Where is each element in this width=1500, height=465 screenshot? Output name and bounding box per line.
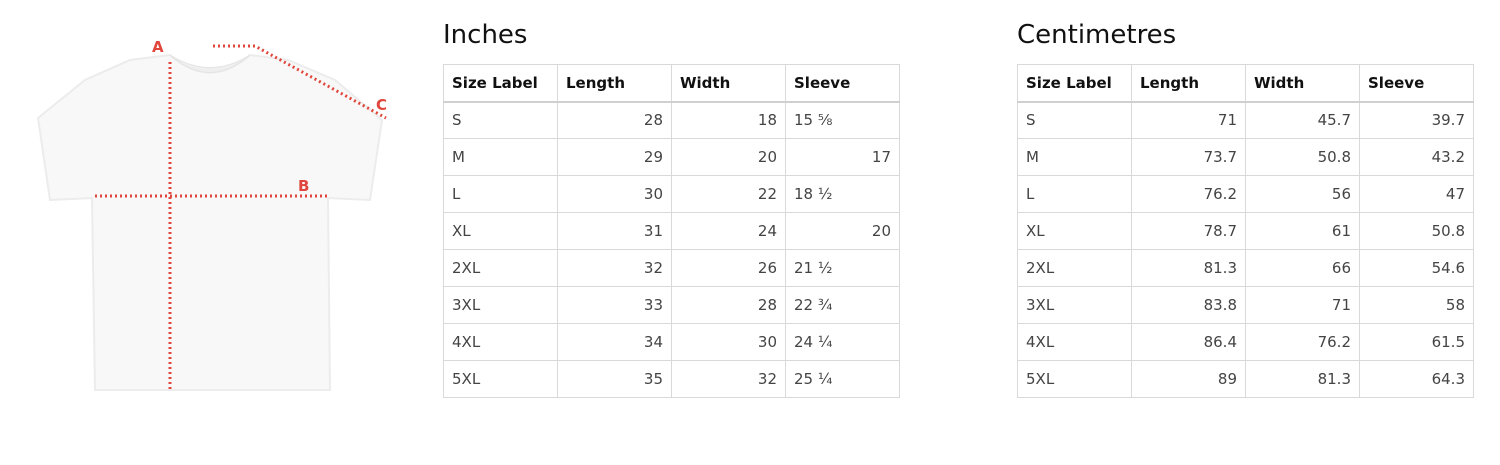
table-cell: 81.3	[1245, 360, 1360, 398]
size-label-cell: L	[1017, 175, 1132, 213]
centimetres-title: Centimetres	[1017, 20, 1177, 50]
table-cell: 20	[671, 138, 786, 176]
table-cell: 24	[671, 212, 786, 250]
size-label-cell: XL	[443, 212, 558, 250]
table-cell: 39.7	[1359, 101, 1474, 139]
table-cell: 83.8	[1131, 286, 1246, 324]
table-cell: 58	[1359, 286, 1474, 324]
table-cell: 28	[557, 101, 672, 139]
table-cell: 18 ½	[785, 175, 900, 213]
table-cell: 33	[557, 286, 672, 324]
header-row: Size Label Length Width Sleeve	[443, 64, 900, 103]
table-row: XL 31 24 20	[443, 212, 900, 250]
table-cell: 34	[557, 323, 672, 361]
size-label-cell: XL	[1017, 212, 1132, 250]
table-cell: 61	[1245, 212, 1360, 250]
table-row: 5XL 35 32 25 ¼	[443, 360, 900, 398]
table-row: 2XL 81.3 66 54.6	[1017, 249, 1474, 287]
table-cell: 71	[1245, 286, 1360, 324]
size-label-cell: S	[1017, 101, 1132, 139]
column-header: Width	[671, 64, 786, 103]
table-cell: 26	[671, 249, 786, 287]
column-header: Size Label	[1017, 64, 1132, 103]
table-cell: 66	[1245, 249, 1360, 287]
size-label-cell: M	[1017, 138, 1132, 176]
table-cell: 50.8	[1245, 138, 1360, 176]
table-row: M 29 20 17	[443, 138, 900, 176]
table-cell: 56	[1245, 175, 1360, 213]
table-cell: 32	[671, 360, 786, 398]
size-label-cell: 2XL	[1017, 249, 1132, 287]
table-cell: 76.2	[1131, 175, 1246, 213]
size-label-cell: 2XL	[443, 249, 558, 287]
table-cell: 22	[671, 175, 786, 213]
marker-b: B	[298, 177, 309, 195]
table-cell: 89	[1131, 360, 1246, 398]
column-header: Sleeve	[1359, 64, 1474, 103]
table-cell: 22 ¾	[785, 286, 900, 324]
table-cell: 54.6	[1359, 249, 1474, 287]
table-cell: 15 ⅝	[785, 101, 900, 139]
inches-table: Size Label Length Width Sleeve S 28 18 15 ⅝…	[443, 64, 900, 398]
table-row: 4XL 34 30 24 ¼	[443, 323, 900, 361]
table-cell: 30	[671, 323, 786, 361]
marker-c: C	[376, 96, 387, 114]
table-cell: 50.8	[1359, 212, 1474, 250]
size-label-cell: L	[443, 175, 558, 213]
column-header: Length	[557, 64, 672, 103]
table-cell: 64.3	[1359, 360, 1474, 398]
table-row: L 76.2 56 47	[1017, 175, 1474, 213]
header-row: Size Label Length Width Sleeve	[1017, 64, 1474, 103]
table-row: 2XL 32 26 21 ½	[443, 249, 900, 287]
table-cell: 20	[785, 212, 900, 250]
table-cell: 43.2	[1359, 138, 1474, 176]
column-header: Length	[1131, 64, 1246, 103]
column-header: Width	[1245, 64, 1360, 103]
column-header: Sleeve	[785, 64, 900, 103]
table-row: S 71 45.7 39.7	[1017, 101, 1474, 139]
table-cell: 21 ½	[785, 249, 900, 287]
table-row: XL 78.7 61 50.8	[1017, 212, 1474, 250]
size-label-cell: 4XL	[1017, 323, 1132, 361]
table-cell: 71	[1131, 101, 1246, 139]
table-cell: 28	[671, 286, 786, 324]
table-row: 3XL 33 28 22 ¾	[443, 286, 900, 324]
tshirt-measurement-diagram: A B C	[36, 38, 387, 391]
table-cell: 18	[671, 101, 786, 139]
size-label-cell: 5XL	[443, 360, 558, 398]
table-cell: 35	[557, 360, 672, 398]
table-cell: 86.4	[1131, 323, 1246, 361]
table-cell: 17	[785, 138, 900, 176]
table-cell: 61.5	[1359, 323, 1474, 361]
column-header: Size Label	[443, 64, 558, 103]
size-label-cell: 3XL	[443, 286, 558, 324]
table-cell: 76.2	[1245, 323, 1360, 361]
table-row: 3XL 83.8 71 58	[1017, 286, 1474, 324]
table-cell: 32	[557, 249, 672, 287]
table-row: 5XL 89 81.3 64.3	[1017, 360, 1474, 398]
table-cell: 47	[1359, 175, 1474, 213]
size-label-cell: 5XL	[1017, 360, 1132, 398]
table-row: M 73.7 50.8 43.2	[1017, 138, 1474, 176]
size-label-cell: M	[443, 138, 558, 176]
table-row: 4XL 86.4 76.2 61.5	[1017, 323, 1474, 361]
table-cell: 30	[557, 175, 672, 213]
table-row: S 28 18 15 ⅝	[443, 101, 900, 139]
inches-title: Inches	[443, 20, 528, 50]
marker-a: A	[152, 38, 164, 56]
table-cell: 29	[557, 138, 672, 176]
table-cell: 81.3	[1131, 249, 1246, 287]
table-cell: 45.7	[1245, 101, 1360, 139]
size-label-cell: 3XL	[1017, 286, 1132, 324]
table-cell: 25 ¼	[785, 360, 900, 398]
tshirt-illustration	[36, 53, 384, 391]
table-cell: 73.7	[1131, 138, 1246, 176]
table-row: L 30 22 18 ½	[443, 175, 900, 213]
table-cell: 31	[557, 212, 672, 250]
size-label-cell: 4XL	[443, 323, 558, 361]
table-cell: 24 ¼	[785, 323, 900, 361]
table-cell: 78.7	[1131, 212, 1246, 250]
size-label-cell: S	[443, 101, 558, 139]
centimetres-table: Size Label Length Width Sleeve S 71 45.7 39…	[1017, 64, 1474, 398]
